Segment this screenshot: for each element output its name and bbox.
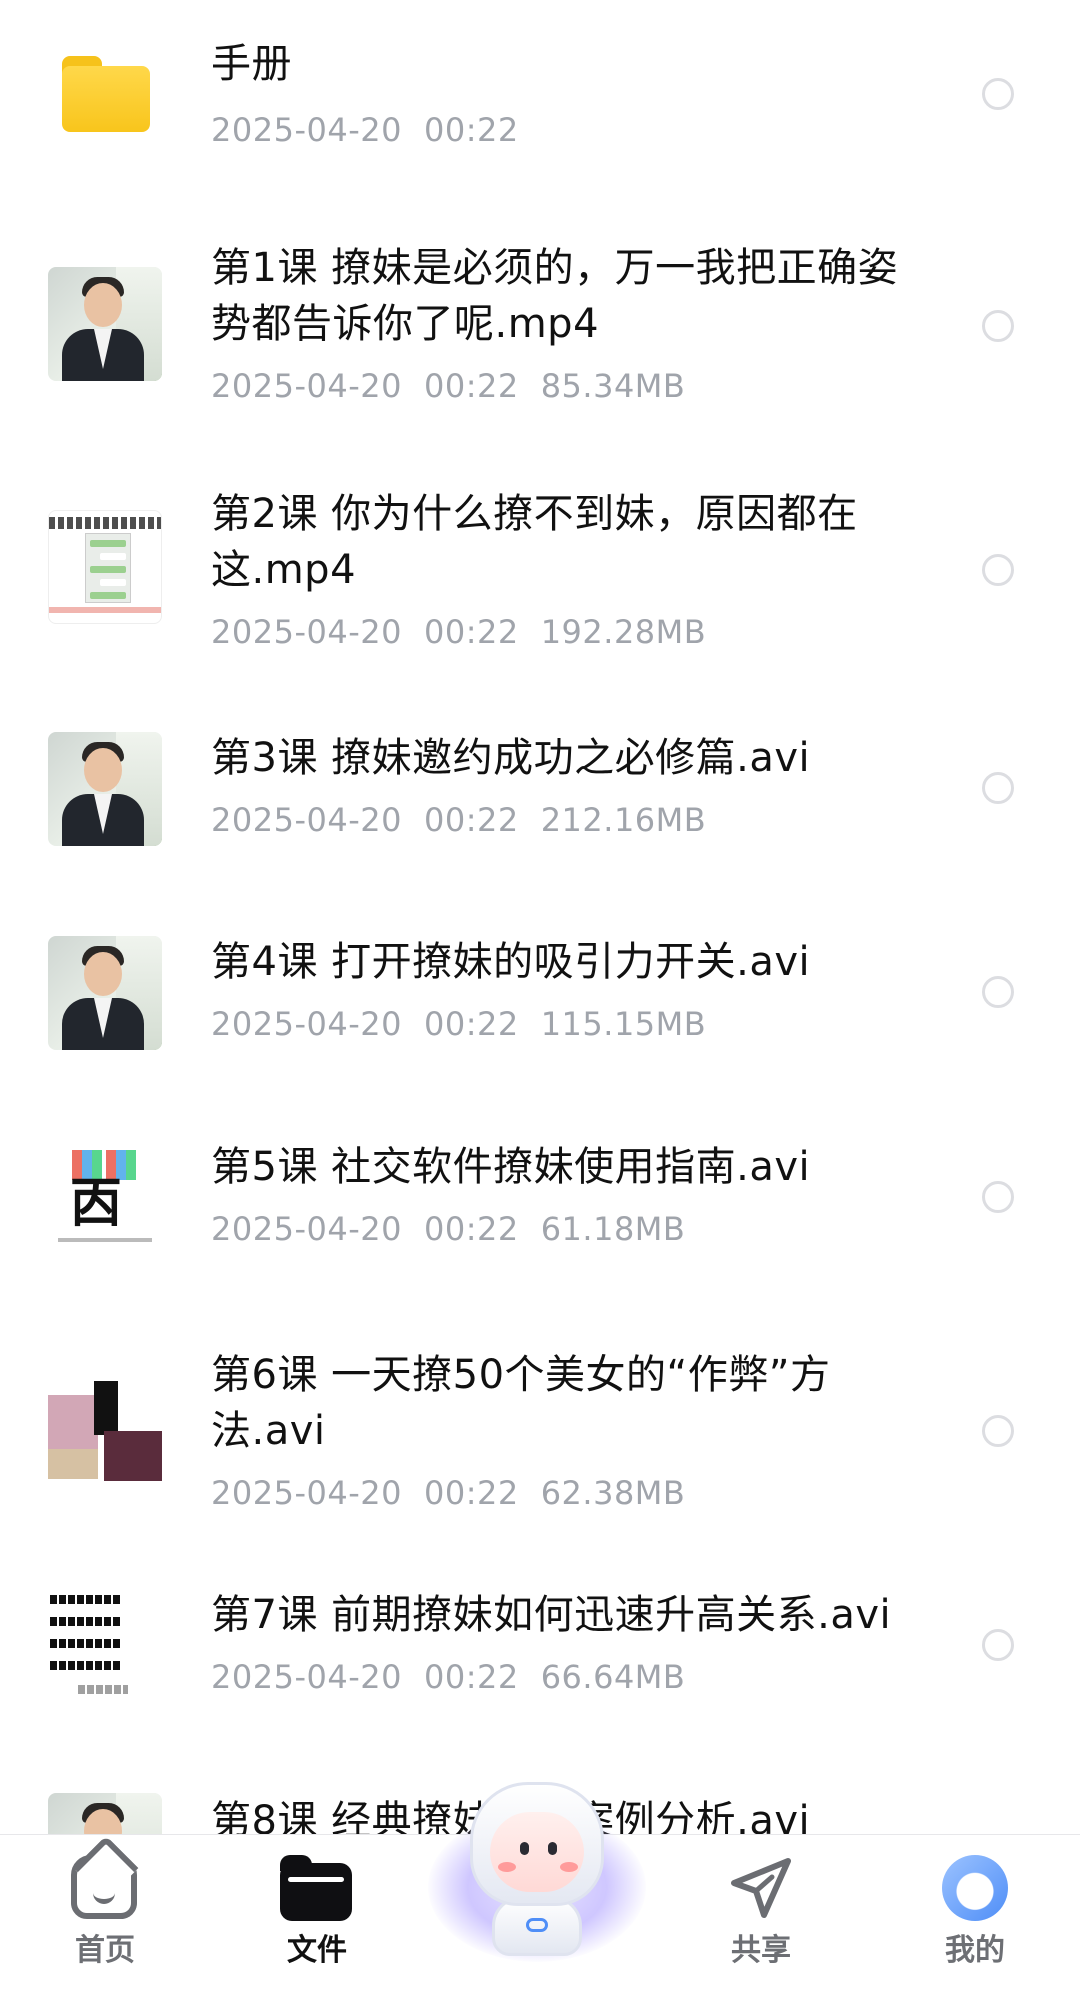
file-name: 第3课 撩妹邀约成功之必修篇.avi (211, 735, 811, 781)
video-thumbnail (48, 1381, 162, 1495)
file-list: 手册 2025-04-20 00:22 第1课 撩妹是必须的，万一我把正确姿势都告… (0, 0, 1080, 1834)
video-thumbnail: 㐁 (48, 1140, 162, 1254)
nav-share-label: 共享 (731, 1933, 791, 1968)
nav-me[interactable]: 我的 (900, 1835, 1050, 1994)
file-name: 第6课 一天撩50个美女的“作弊”方法.avi (211, 1352, 831, 1454)
file-meta: 2025-04-20 00:22 212.16MB (211, 801, 707, 839)
select-radio[interactable] (982, 310, 1014, 342)
file-name: 第2课 你为什么撩不到妹，原因都在这.mp4 (211, 491, 858, 593)
select-radio[interactable] (982, 1181, 1014, 1213)
video-thumbnail (48, 267, 162, 381)
nav-files[interactable]: 文件 (242, 1835, 392, 1994)
video-thumbnail (48, 1585, 162, 1699)
file-name: 第5课 社交软件撩妹使用指南.avi (211, 1144, 811, 1190)
select-radio[interactable] (982, 1415, 1014, 1447)
file-name: 手册 (211, 41, 292, 87)
folder-icon (280, 1855, 352, 1921)
list-item[interactable]: 第3课 撩妹邀约成功之必修篇.avi 2025-04-20 00:22 212.16… (0, 680, 1080, 880)
file-meta: 2025-04-20 00:22 62.38MB (211, 1474, 686, 1512)
home-icon (71, 1855, 137, 1919)
nav-home-label: 首页 (75, 1933, 135, 1968)
video-thumbnail (48, 732, 162, 846)
list-item[interactable]: 第1课 撩妹是必须的，万一我把正确姿势都告诉你了呢.mp4 2025-04-20… (0, 200, 1080, 440)
paper-plane-icon (731, 1858, 791, 1918)
file-meta: 2025-04-20 00:22 85.34MB (211, 367, 686, 405)
file-name: 第7课 前期撩妹如何迅速升高关系.avi (211, 1592, 892, 1638)
select-radio[interactable] (982, 1629, 1014, 1661)
list-item[interactable]: 第2课 你为什么撩不到妹，原因都在这.mp4 2025-04-20 00:22 19… (0, 440, 1080, 680)
file-name: 第4课 打开撩妹的吸引力开关.avi (211, 939, 811, 985)
file-meta: 2025-04-20 00:22 66.64MB (211, 1658, 686, 1696)
list-item[interactable]: 㐁 第5课 社交软件撩妹使用指南.avi 2025-04-20 00:22 61.1… (0, 1085, 1080, 1285)
file-meta: 2025-04-20 00:22 61.18MB (211, 1210, 686, 1248)
select-radio[interactable] (982, 772, 1014, 804)
file-name: 第1课 撩妹是必须的，万一我把正确姿势都告诉你了呢.mp4 (211, 245, 899, 347)
nav-home[interactable]: 首页 (30, 1835, 180, 1994)
video-thumbnail (48, 510, 162, 624)
list-item[interactable]: 手册 2025-04-20 00:22 (0, 0, 1080, 200)
mascot-icon[interactable] (428, 1772, 646, 1972)
file-meta: 2025-04-20 00:22 115.15MB (211, 1005, 707, 1043)
file-meta: 2025-04-20 00:22 192.28MB (211, 613, 707, 651)
video-thumbnail (48, 1793, 162, 1834)
select-radio[interactable] (982, 554, 1014, 586)
folder-icon (62, 56, 150, 132)
profile-icon (942, 1855, 1008, 1921)
list-item[interactable]: 第7课 前期撩妹如何迅速升高关系.avi 2025-04-20 00:22 66.6… (0, 1545, 1080, 1765)
select-radio[interactable] (982, 78, 1014, 110)
list-item[interactable]: 第6课 一天撩50个美女的“作弊”方法.avi 2025-04-20 00:22 6… (0, 1285, 1080, 1545)
nav-files-label: 文件 (287, 1933, 347, 1968)
nav-share[interactable]: 共享 (686, 1835, 836, 1994)
list-item[interactable]: 第4课 打开撩妹的吸引力开关.avi 2025-04-20 00:22 115.15… (0, 880, 1080, 1085)
select-radio[interactable] (982, 976, 1014, 1008)
video-thumbnail (48, 936, 162, 1050)
nav-me-label: 我的 (945, 1933, 1005, 1968)
file-meta: 2025-04-20 00:22 (211, 111, 519, 149)
